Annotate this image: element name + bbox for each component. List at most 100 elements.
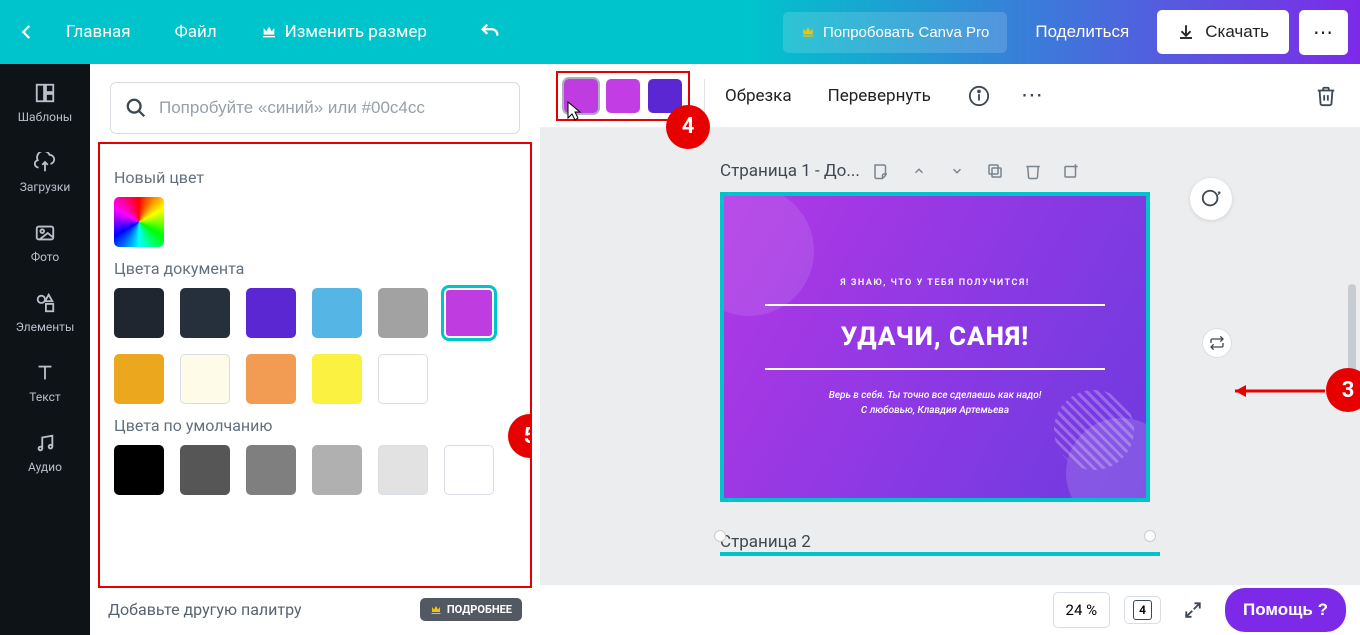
help-button[interactable]: Помощь ?: [1225, 588, 1346, 632]
card-small-text: Я ЗНАЮ, ЧТО У ТЕБЯ ПОЛУЧИТСЯ!: [840, 278, 1030, 288]
flip-button[interactable]: Перевернуть: [822, 80, 937, 112]
default-colors-heading: Цвета по умолчанию: [114, 416, 516, 435]
color-swatch[interactable]: [378, 288, 428, 338]
sidebar-item-audio[interactable]: Аудио: [0, 418, 90, 488]
page-content: Я ЗНАЮ, ЧТО У ТЕБЯ ПОЛУЧИТСЯ! УДАЧИ, САН…: [724, 196, 1146, 498]
sidebar-item-templates[interactable]: Шаблоны: [0, 68, 90, 138]
try-pro-label: Попробовать Canva Pro: [823, 24, 989, 41]
color-sections-container: Новый цвет Цвета документа Цвета по умол…: [98, 142, 532, 588]
color-swatch[interactable]: [444, 445, 494, 495]
status-bar: 24 % 4 Помощь ?: [540, 585, 1360, 635]
page-2-edge: [720, 552, 1160, 562]
separator: [704, 79, 705, 113]
color-swatch[interactable]: [312, 354, 362, 404]
page-down-icon[interactable]: [946, 160, 968, 182]
download-icon: [1177, 23, 1195, 41]
crop-button[interactable]: Обрезка: [719, 80, 798, 112]
topbar-left: Главная Файл Изменить размер: [12, 12, 505, 52]
add-palette-link[interactable]: Добавьте другую палитру: [108, 600, 302, 619]
selection-handle[interactable]: [714, 530, 726, 542]
page-indicator[interactable]: 4: [1124, 596, 1161, 624]
fullscreen-icon[interactable]: [1175, 592, 1211, 628]
download-button[interactable]: Скачать: [1157, 10, 1289, 54]
topbar-right: Попробовать Canva Pro Поделиться Скачать…: [783, 10, 1348, 55]
page-duplicate-icon[interactable]: [984, 160, 1006, 182]
color-panel: Новый цвет Цвета документа Цвета по умол…: [90, 64, 540, 635]
menu-file[interactable]: Файл: [155, 12, 237, 52]
sidebar-item-uploads[interactable]: Загрузки: [0, 138, 90, 208]
color-swatch[interactable]: [444, 288, 494, 338]
menu-resize-label: Изменить размер: [285, 22, 427, 42]
crown-icon: [801, 25, 815, 39]
color-search-input[interactable]: [159, 98, 505, 118]
sidebar-item-text[interactable]: Текст: [0, 348, 90, 418]
sidebar-item-label: Шаблоны: [18, 110, 72, 124]
pro-badge-label: ПОДРОБНЕЕ: [447, 603, 512, 616]
context-swatch-2[interactable]: [606, 79, 640, 113]
color-swatch[interactable]: [114, 354, 164, 404]
add-effect-button[interactable]: [1190, 178, 1232, 220]
topbar-more-button[interactable]: ⋯: [1299, 10, 1348, 55]
color-swatch[interactable]: [246, 354, 296, 404]
sidebar-item-label: Элементы: [16, 320, 75, 334]
color-swatch[interactable]: [378, 354, 428, 404]
context-color-swatches: 4: [556, 71, 690, 121]
page-header: Страница 1 - До...: [720, 160, 1190, 182]
color-swatch[interactable]: [312, 288, 362, 338]
color-swatch[interactable]: [246, 445, 296, 495]
page-up-icon[interactable]: [908, 160, 930, 182]
menu-resize[interactable]: Изменить размер: [241, 12, 447, 52]
sidebar-item-elements[interactable]: Элементы: [0, 278, 90, 348]
undo-icon[interactable]: [475, 17, 505, 47]
card-body-2: С любовью, Клавдия Артемьева: [861, 405, 1009, 416]
page-notes-icon[interactable]: [870, 160, 892, 182]
download-label: Скачать: [1205, 22, 1269, 42]
color-swatch[interactable]: [180, 354, 230, 404]
crown-icon: [261, 24, 277, 40]
default-colors-row: [114, 445, 516, 495]
sidebar-item-label: Текст: [29, 390, 60, 404]
info-icon[interactable]: [961, 78, 997, 114]
color-swatch[interactable]: [180, 445, 230, 495]
templates-icon: [4, 82, 86, 104]
card-body-1: Верь в себя. Ты точно все сделаешь как н…: [829, 390, 1042, 401]
color-swatch[interactable]: [180, 288, 230, 338]
context-more-icon[interactable]: ⋯: [1015, 78, 1051, 114]
new-color-heading: Новый цвет: [114, 168, 516, 187]
divider: [765, 368, 1105, 370]
menu-file-label: Файл: [175, 22, 217, 42]
context-swatch-1[interactable]: [564, 79, 598, 113]
page-2-title: Страница 2: [720, 532, 1190, 552]
color-swatch[interactable]: [312, 445, 362, 495]
new-color-picker[interactable]: [114, 197, 164, 247]
color-swatch[interactable]: [114, 288, 164, 338]
back-icon[interactable]: [12, 17, 42, 47]
selection-handle[interactable]: [1144, 530, 1156, 542]
sidebar-item-label: Аудио: [28, 460, 62, 474]
color-swatch[interactable]: [114, 445, 164, 495]
context-toolbar: 4 Обрезка Перевернуть ⋯: [540, 64, 1360, 128]
menu-home[interactable]: Главная: [46, 12, 151, 52]
left-sidebar: Шаблоны Загрузки Фото Элементы Текст Ауд…: [0, 64, 90, 635]
upload-icon: [4, 152, 86, 174]
delete-icon[interactable]: [1308, 78, 1344, 114]
design-page-1[interactable]: Я ЗНАЮ, ЧТО У ТЕБЯ ПОЛУЧИТСЯ! УДАЧИ, САН…: [720, 192, 1150, 502]
annotation-4: 4: [666, 105, 710, 149]
share-button[interactable]: Поделиться: [1017, 10, 1147, 54]
page-add-icon[interactable]: [1060, 160, 1082, 182]
try-pro-button[interactable]: Попробовать Canva Pro: [783, 12, 1007, 53]
page-delete-icon[interactable]: [1022, 160, 1044, 182]
color-swatch[interactable]: [246, 288, 296, 338]
color-search: [110, 82, 520, 134]
panel-footer: Добавьте другую палитру ПОДРОБНЕЕ: [90, 588, 540, 635]
search-icon: [125, 97, 147, 119]
pro-badge[interactable]: ПОДРОБНЕЕ: [420, 598, 522, 621]
sidebar-item-photos[interactable]: Фото: [0, 208, 90, 278]
color-swatch[interactable]: [378, 445, 428, 495]
page-title: Страница 1 - До...: [720, 161, 860, 181]
zoom-indicator[interactable]: 24 %: [1053, 592, 1111, 628]
doc-colors-heading: Цвета документа: [114, 259, 516, 278]
doc-colors-row: [114, 288, 516, 404]
swap-button[interactable]: [1202, 328, 1232, 358]
elements-icon: [4, 292, 86, 314]
